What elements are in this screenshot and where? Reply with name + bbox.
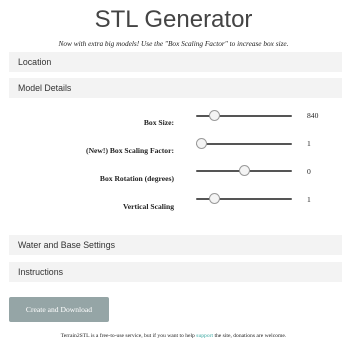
slider-track bbox=[196, 143, 292, 145]
panel-model-details[interactable]: Model Details bbox=[9, 78, 342, 98]
box-rotation-value: 0 bbox=[307, 167, 311, 176]
box-scaling-factor-slider[interactable] bbox=[196, 138, 292, 150]
page-title: STL Generator bbox=[94, 6, 253, 33]
vertical-scaling-slider[interactable] bbox=[196, 193, 292, 205]
footer-text: Terrain2STL is a free-to-use service, bu… bbox=[0, 333, 347, 339]
box-rotation-label: Box Rotation (degrees) bbox=[99, 174, 174, 183]
slider-thumb[interactable] bbox=[238, 165, 250, 176]
panel-water-base-settings[interactable]: Water and Base Settings bbox=[9, 235, 342, 255]
panel-location[interactable]: Location bbox=[9, 52, 342, 72]
support-link[interactable]: support bbox=[196, 333, 213, 339]
box-size-label: Box Size: bbox=[143, 118, 174, 127]
slider-thumb[interactable] bbox=[208, 110, 220, 121]
page-subtitle: Now with extra big models! Use the "Box … bbox=[58, 39, 289, 48]
vertical-scaling-value: 1 bbox=[307, 195, 311, 204]
box-size-slider[interactable] bbox=[196, 110, 292, 122]
box-size-value: 840 bbox=[307, 111, 319, 120]
slider-thumb[interactable] bbox=[208, 193, 220, 204]
footer-text-after: the site, donations are welcome. bbox=[213, 333, 287, 339]
box-rotation-slider[interactable] bbox=[196, 165, 292, 177]
panel-instructions[interactable]: Instructions bbox=[9, 262, 342, 282]
box-scaling-factor-value: 1 bbox=[307, 139, 311, 148]
box-scaling-factor-label: (New!) Box Scaling Factor: bbox=[86, 146, 174, 155]
create-download-button[interactable]: Create and Download bbox=[9, 297, 109, 322]
vertical-scaling-label: Vertical Scaling bbox=[123, 202, 174, 211]
footer-text-before: Terrain2STL is a free-to-use service, bu… bbox=[60, 333, 197, 339]
slider-thumb[interactable] bbox=[196, 138, 207, 149]
